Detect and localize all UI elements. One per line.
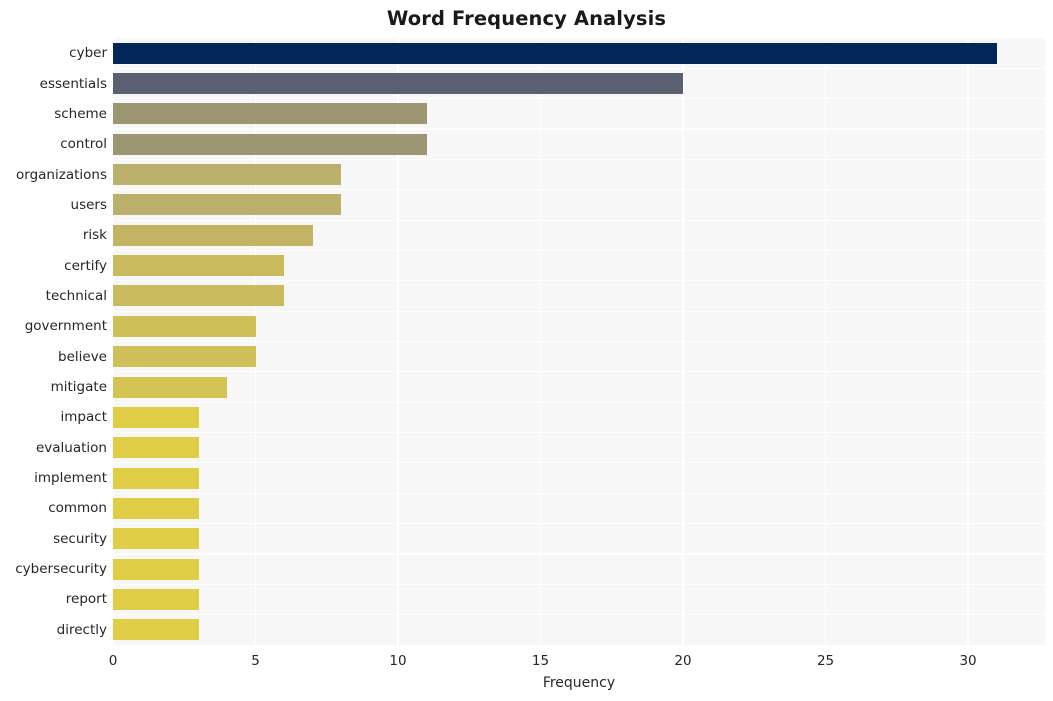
y-axis-tick-label: mitigate	[50, 379, 107, 396]
x-axis-tick-label: 5	[251, 653, 260, 669]
y-axis-tick-label: security	[53, 530, 107, 547]
y-axis-tick-label: evaluation	[35, 439, 107, 456]
y-axis-labels: cyber essentials scheme control organization…	[0, 38, 107, 645]
bars-layer	[113, 38, 1045, 645]
y-axis-tick-label: technical	[45, 287, 107, 304]
chart-title: Word Frequency Analysis	[386, 7, 667, 30]
y-axis-tick-label: impact	[60, 409, 107, 426]
y-axis-tick-label: risk	[82, 227, 107, 244]
x-axis-tick-label: 30	[959, 653, 977, 669]
bar	[113, 285, 284, 307]
bar	[113, 528, 199, 550]
bar	[113, 376, 227, 398]
x-axis-tick-labels: 0 5 10 15 20 25 30	[0, 645, 1053, 675]
x-axis-tick-label: 20	[674, 653, 692, 669]
y-axis-tick-label: believe	[58, 348, 107, 365]
x-axis-title: Frequency	[542, 675, 616, 691]
y-axis-tick-label: certify	[64, 257, 107, 274]
bar	[113, 437, 199, 459]
bar	[113, 619, 199, 641]
x-axis-tick-label: 25	[816, 653, 835, 669]
bar	[113, 224, 313, 246]
x-axis-tick-label: 15	[531, 653, 550, 669]
y-axis-tick-label: cyber	[69, 45, 107, 62]
bar	[113, 346, 256, 368]
y-axis-tick-label: directly	[56, 621, 107, 638]
bar	[113, 133, 427, 155]
bar	[113, 194, 341, 216]
bar	[113, 315, 256, 337]
word-frequency-chart: Word Frequency Analysis cyber essentials s…	[0, 0, 1053, 701]
x-axis-tick-label: 0	[108, 653, 118, 669]
y-axis-tick-label: cybersecurity	[15, 561, 107, 578]
bar	[113, 406, 199, 428]
bar	[113, 467, 199, 489]
y-axis-tick-label: report	[65, 591, 107, 608]
bar	[113, 73, 684, 95]
y-axis-tick-label: control	[60, 136, 107, 153]
y-axis-tick-label: government	[24, 318, 107, 335]
x-axis-tick-label: 10	[389, 653, 407, 669]
y-axis-tick-label: organizations	[16, 166, 107, 183]
bar	[113, 103, 427, 125]
bar	[113, 588, 199, 610]
y-axis-tick-label: scheme	[54, 105, 107, 122]
bar	[113, 558, 199, 580]
bar	[113, 164, 341, 186]
bar	[113, 255, 284, 277]
bar	[113, 497, 199, 519]
y-axis-tick-label: essentials	[39, 75, 107, 92]
bar	[113, 42, 997, 64]
y-axis-tick-label: implement	[34, 470, 107, 487]
y-axis-tick-label: common	[48, 500, 107, 517]
y-axis-tick-label: users	[70, 196, 107, 213]
